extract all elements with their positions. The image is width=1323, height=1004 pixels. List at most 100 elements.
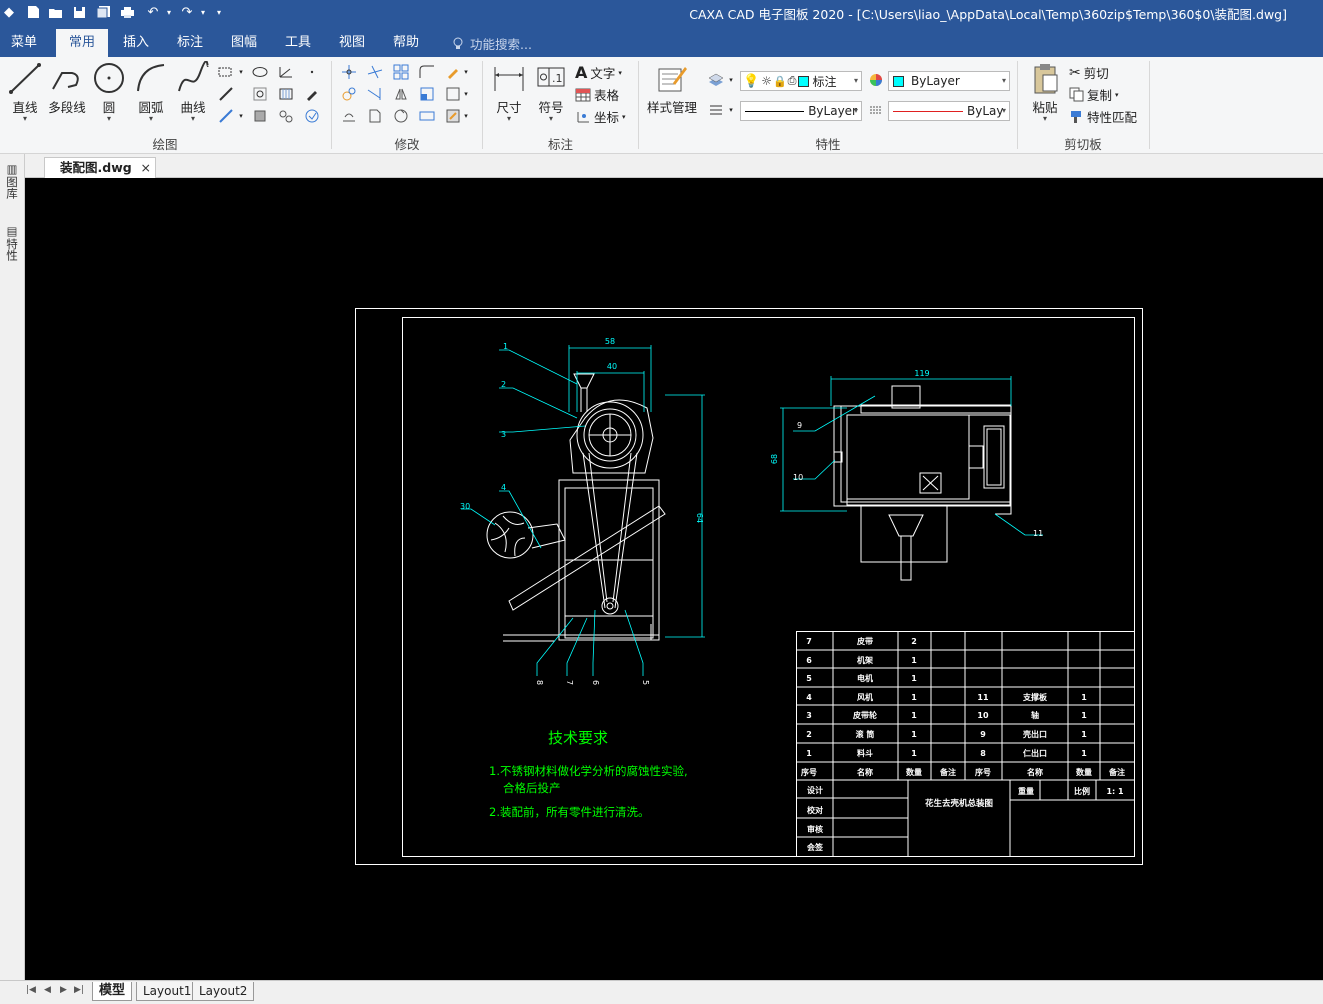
properties-panel-tab[interactable]: ▤特性 [4, 224, 20, 261]
layout-tab-layout1[interactable]: Layout1 [136, 982, 199, 1001]
next-tab-icon[interactable]: ▶ [60, 985, 67, 995]
library-panel-tab[interactable]: ▥图库 [4, 162, 20, 199]
menu-tab-tools[interactable]: 工具 [274, 29, 322, 57]
title-block-check: 校对 [807, 805, 823, 815]
lineweight-dropdown-icon[interactable]: ▾ [726, 101, 736, 119]
customize-toolbar-icon[interactable]: ▾ [210, 3, 228, 21]
trim-icon[interactable] [365, 63, 385, 81]
svg-text:.1: .1 [552, 72, 563, 85]
match-properties-button[interactable]: 特性匹配 [1069, 107, 1137, 126]
dimension-button[interactable]: 尺寸 ▾ [488, 61, 530, 123]
hatch-icon[interactable] [250, 85, 270, 103]
copy-button[interactable]: 复制 ▾ [1069, 85, 1119, 104]
layer-dropdown-icon[interactable]: ▾ [726, 71, 736, 89]
layer-manager-icon[interactable] [706, 71, 726, 89]
bom-cell: 壳出口 [1022, 729, 1047, 739]
layout-tab-layout2[interactable]: Layout2 [192, 982, 255, 1001]
coordinate-button[interactable]: 坐标 ▾ [575, 107, 626, 126]
last-tab-icon[interactable]: ▶| [74, 985, 84, 995]
centerline-icon[interactable] [216, 85, 236, 103]
linetype-combo[interactable]: ByLayer ▾ [740, 101, 862, 121]
rectangle-dropdown-icon[interactable]: ▾ [236, 63, 246, 81]
edit-icon[interactable] [443, 107, 463, 125]
lineweight-icon[interactable] [706, 101, 726, 119]
menu-tab-insert[interactable]: 插入 [112, 29, 160, 57]
menu-tab-common[interactable]: 常用 [56, 29, 108, 57]
drawing-canvas[interactable]: 7 皮带 2 6 机架 1 5 电机 1 4 风机 1 11 支撑板 1 3 皮带轮 1 10 轴 1 2 滚 筒 1 9 壳出口… [25, 178, 1323, 980]
new-file-icon[interactable] [24, 3, 42, 21]
document-tab[interactable]: 装配图.dwg × [44, 157, 156, 178]
stretch-icon[interactable] [365, 107, 385, 125]
mirror-icon[interactable] [391, 85, 411, 103]
bom-cell: 9 [980, 730, 986, 739]
first-tab-icon[interactable]: |◀ [26, 985, 36, 995]
rectangle-icon[interactable] [216, 63, 236, 81]
bom-cell: 1 [806, 749, 812, 758]
lineweight-sample [893, 110, 963, 112]
open-file-icon[interactable] [46, 3, 64, 21]
symbol-button[interactable]: .1 符号 ▾ [530, 61, 572, 123]
dimension-64: 64 [695, 513, 704, 523]
undo-dropdown-icon[interactable]: ▾ [160, 3, 178, 21]
app-logo-icon[interactable]: ◆ [0, 3, 18, 21]
explode-dropdown-icon[interactable]: ▾ [461, 85, 471, 103]
extend-icon[interactable] [365, 85, 385, 103]
save-all-icon[interactable] [94, 3, 112, 21]
lineweight-combo[interactable]: ByLay ▾ [888, 101, 1010, 121]
function-search[interactable]: 功能搜索... [452, 34, 532, 53]
text-button[interactable]: A 文字 ▾ [575, 63, 622, 82]
layer-name: 标注 [812, 74, 837, 89]
close-icon[interactable]: × [141, 158, 151, 177]
scale-icon[interactable] [417, 85, 437, 103]
array-icon[interactable] [391, 63, 411, 81]
menu-tab-annotate[interactable]: 标注 [166, 29, 214, 57]
balloon-9: 9 [797, 421, 802, 430]
brush-icon[interactable] [443, 63, 463, 81]
print-icon[interactable] [118, 3, 136, 21]
move-icon[interactable] [339, 63, 359, 81]
copy-move-icon[interactable] [339, 85, 359, 103]
ellipse-icon[interactable] [250, 63, 270, 81]
circle-button[interactable]: 圆 ▾ [88, 61, 130, 123]
table-button[interactable]: 表格 [575, 85, 619, 104]
menu-tab-view[interactable]: 视图 [328, 29, 376, 57]
block-icon[interactable] [250, 107, 270, 125]
brush-dropdown-icon[interactable]: ▾ [461, 63, 471, 81]
angle-line-icon[interactable] [276, 63, 296, 81]
pen-icon[interactable] [302, 85, 322, 103]
line-button[interactable]: 直线 ▾ [4, 61, 46, 123]
menu-tab-menu[interactable]: 菜单 [0, 29, 48, 57]
explode-icon[interactable] [443, 85, 463, 103]
arc-button[interactable]: 圆弧 ▾ [130, 61, 172, 123]
bom-cell: 滚 筒 [856, 729, 875, 739]
balloon-2: 2 [501, 380, 506, 389]
break-icon[interactable] [417, 107, 437, 125]
color-wheel-icon[interactable] [866, 71, 886, 89]
image-insert-icon[interactable] [276, 107, 296, 125]
layout-tab-model[interactable]: 模型 [92, 982, 133, 1001]
save-icon[interactable] [70, 3, 88, 21]
bom-cell: 电机 [857, 673, 873, 683]
menu-tab-help[interactable]: 帮助 [382, 29, 430, 57]
paste-button[interactable]: 粘贴 ▾ [1024, 61, 1066, 123]
polyline-button[interactable]: 多段线 [44, 61, 90, 116]
linewidth-icon[interactable] [866, 101, 886, 119]
parallel-dropdown-icon[interactable]: ▾ [236, 107, 246, 125]
cloud-icon[interactable] [302, 107, 322, 125]
style-manager-button[interactable]: 样式管理 [644, 61, 700, 116]
prev-tab-icon[interactable]: ◀ [44, 985, 51, 995]
point-icon[interactable] [302, 63, 322, 81]
parallel-line-icon[interactable] [216, 107, 236, 125]
rotate-icon[interactable] [391, 107, 411, 125]
edit-dropdown-icon[interactable]: ▾ [461, 107, 471, 125]
coordinate-dropdown-icon: ▾ [622, 112, 626, 121]
layer-combo[interactable]: 💡 ☼ 🔒 ⎙ 标注 ▾ [740, 71, 862, 91]
layer-print-icon: ⎙ [787, 74, 797, 87]
curve-button[interactable]: 曲线 ▾ [172, 61, 214, 123]
polygon-icon[interactable] [276, 85, 296, 103]
offset-icon[interactable] [339, 107, 359, 125]
menu-tab-sheet[interactable]: 图幅 [220, 29, 268, 57]
fillet-icon[interactable] [417, 63, 437, 81]
color-combo[interactable]: ByLayer ▾ [888, 71, 1010, 91]
cut-button[interactable]: ✂ 剪切 [1069, 63, 1109, 82]
